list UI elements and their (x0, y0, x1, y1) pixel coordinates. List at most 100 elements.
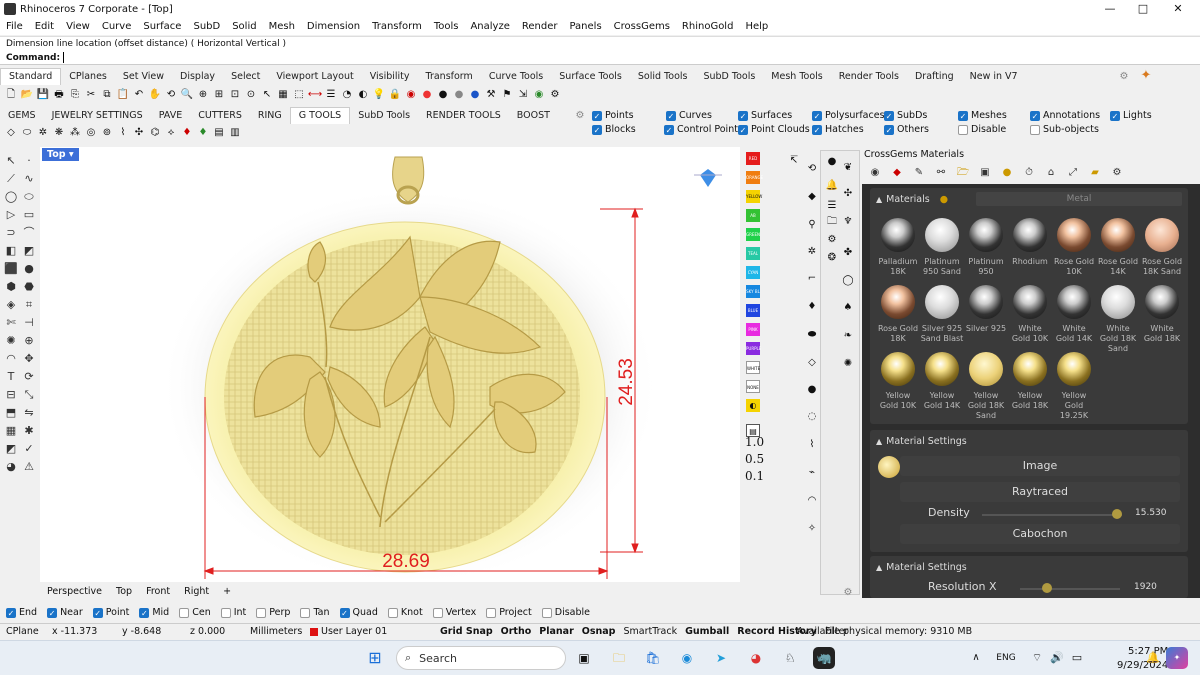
viewport-title[interactable]: Top ▾ (42, 148, 79, 161)
tab-set-view[interactable]: Set View (115, 69, 172, 85)
tulip-icon[interactable]: ♆ (841, 215, 855, 229)
rotate-tool-icon[interactable]: ⟲ (805, 162, 819, 176)
store-icon[interactable]: ⌂ (1044, 166, 1058, 180)
cutter-icon[interactable]: ⌬ (148, 126, 162, 140)
menu-panels[interactable]: Panels (563, 18, 607, 35)
windows-start-icon[interactable]: ⊞ (364, 647, 386, 669)
star-icon[interactable]: ✺ (841, 357, 855, 371)
block-icon[interactable]: ⬒ (4, 406, 18, 420)
filter-lights[interactable]: ✓ Lights (1110, 110, 1152, 121)
dimension-icon[interactable]: ⊟ (4, 388, 18, 402)
color-swatch-blue[interactable]: BLUE (746, 304, 760, 317)
plugin-tab-jewelry-settings[interactable]: JEWELRY SETTINGS (44, 108, 151, 124)
light-icon[interactable]: 💡 (372, 88, 386, 102)
color-swatch-orange[interactable]: ORANGE (746, 171, 763, 184)
checkbox-icon[interactable] (387, 607, 398, 618)
checkbox-icon[interactable]: ✓ (1030, 110, 1040, 121)
menu-surface[interactable]: Surface (137, 18, 187, 35)
color-swatch-red[interactable]: RED (746, 152, 760, 165)
checkbox-icon[interactable]: ✓ (592, 110, 602, 121)
osnap-vertex[interactable]: Vertex (432, 607, 476, 618)
match-icon[interactable]: ⚑ (500, 88, 514, 102)
options-icon[interactable]: ⚒ (484, 88, 498, 102)
plugin-tab-subd-tools[interactable]: SubD Tools (350, 108, 418, 124)
filter-blocks[interactable]: ✓ Blocks (592, 124, 636, 135)
volume-icon[interactable]: 🔊 (1046, 647, 1068, 669)
tab-subd-tools[interactable]: SubD Tools (695, 69, 763, 85)
battery-icon[interactable]: ▭ (1066, 647, 1088, 669)
tab-viewport-layout[interactable]: Viewport Layout (268, 69, 361, 85)
checkbox-icon[interactable] (541, 607, 552, 618)
resolution-slider-handle[interactable] (1042, 583, 1052, 593)
checkbox-icon[interactable]: ✓ (592, 124, 602, 135)
sphere-black-icon[interactable]: ● (825, 155, 839, 169)
viewport-tab-top[interactable]: Top (109, 586, 139, 597)
paste-icon[interactable]: 📋 (116, 88, 130, 102)
material-yellow-gold-10k[interactable]: Yellow Gold 10K (876, 352, 920, 416)
check-icon[interactable]: ✓ (22, 442, 36, 456)
expand-icon[interactable]: ⤢ (1066, 166, 1080, 180)
language-indicator[interactable]: ENG (994, 647, 1018, 669)
checkbox-icon[interactable] (1030, 124, 1040, 135)
file-explorer-icon[interactable]: 🗀 (608, 647, 630, 669)
gem-blue-icon[interactable]: ◆ (805, 190, 819, 204)
tool-k-icon[interactable]: ◠ (805, 494, 819, 508)
toggle-gumball[interactable]: Gumball (685, 624, 729, 640)
shaded-sphere-icon[interactable]: ● (436, 88, 450, 102)
checkbox-icon[interactable] (300, 607, 311, 618)
color-swatch-pink[interactable]: PINK (746, 323, 760, 336)
image-button[interactable]: Image (900, 456, 1180, 476)
material-rose-gold-18k-sand[interactable]: Rose Gold 18K Sand (1140, 218, 1184, 282)
boolean-icon[interactable]: ◈ (4, 298, 18, 312)
color-swatch-purple[interactable]: PURPLE (746, 342, 761, 355)
rotate-view-icon[interactable]: ⟲ (164, 88, 178, 102)
red-gem-tool-icon[interactable]: ◆ (890, 166, 904, 180)
filter-disable[interactable]: Disable (958, 124, 1006, 135)
gem-cluster-icon[interactable]: ❂ (825, 251, 839, 265)
leaf-icon[interactable]: ❦ (841, 161, 855, 175)
loft-icon[interactable]: ◩ (22, 244, 36, 258)
plugin-tab-ring[interactable]: RING (250, 108, 290, 124)
material-yellow-gold-19-25k[interactable]: Yellow Gold 19.25K (1052, 352, 1096, 420)
viewport-tab-front[interactable]: Front (139, 586, 177, 597)
filter-hatches[interactable]: ✓ Hatches (812, 124, 864, 135)
osnap-tan[interactable]: Tan (300, 607, 330, 618)
material-settings-header[interactable]: ▲ Material Settings (870, 430, 1188, 452)
checkbox-icon[interactable]: ✓ (884, 110, 894, 121)
cursor-icon[interactable]: ↸ (787, 154, 801, 168)
copy-icon[interactable]: ⧉ (100, 88, 114, 102)
checkbox-icon[interactable]: ✓ (958, 110, 968, 121)
material-sphere-icon[interactable]: ● (452, 88, 466, 102)
material-platinum-950[interactable]: Platinum 950 (964, 218, 1008, 282)
maximize-button[interactable]: □ (1128, 0, 1158, 18)
cylinder-icon[interactable]: ⬢ (4, 280, 18, 294)
circle-icon[interactable]: ◯ (4, 190, 18, 204)
bezel-icon[interactable]: ⊚ (100, 126, 114, 140)
material-palladium-18k[interactable]: Palladium 18K (876, 218, 920, 282)
checkbox-icon[interactable]: ✓ (47, 607, 58, 618)
material-silver-925-sand-blast[interactable]: Silver 925 Sand Blast (920, 285, 964, 349)
osnap-end[interactable]: ✓ End (6, 607, 37, 618)
viewport-tab-right[interactable]: Right (177, 586, 216, 597)
filter-point-clouds[interactable]: ✓ Point Clouds (738, 124, 810, 135)
tool-d-icon[interactable]: ♦ (805, 300, 819, 314)
triangle-icon[interactable]: ▷ (4, 208, 18, 222)
oval-icon[interactable]: ⬭ (20, 126, 34, 140)
menu-file[interactable]: File (0, 18, 29, 35)
warning-icon[interactable]: ⚠ (22, 460, 36, 474)
filter-surfaces[interactable]: ✓ Surfaces (738, 110, 792, 121)
store-icon[interactable]: 🛍 (642, 647, 664, 669)
toggle-grid-snap[interactable]: Grid Snap (440, 624, 493, 640)
menu-help[interactable]: Help (739, 18, 774, 35)
fan-icon[interactable]: ✤ (841, 246, 855, 260)
material-rose-gold-10k[interactable]: Rose Gold 10K (1052, 218, 1096, 282)
tool-j-icon[interactable]: ⌁ (805, 466, 819, 480)
pan-icon[interactable]: ✋ (148, 88, 162, 102)
toolbar-more-icon[interactable]: ⚙ (548, 88, 562, 102)
menu-mesh[interactable]: Mesh (263, 18, 301, 35)
checkbox-icon[interactable]: ✓ (339, 607, 350, 618)
plugin-tab-render-tools[interactable]: RENDER TOOLS (418, 108, 509, 124)
mesh-icon[interactable]: ⌗ (22, 298, 36, 312)
color-swatch-ab[interactable]: AB (746, 209, 760, 222)
units-label[interactable]: Millimeters (250, 624, 302, 640)
